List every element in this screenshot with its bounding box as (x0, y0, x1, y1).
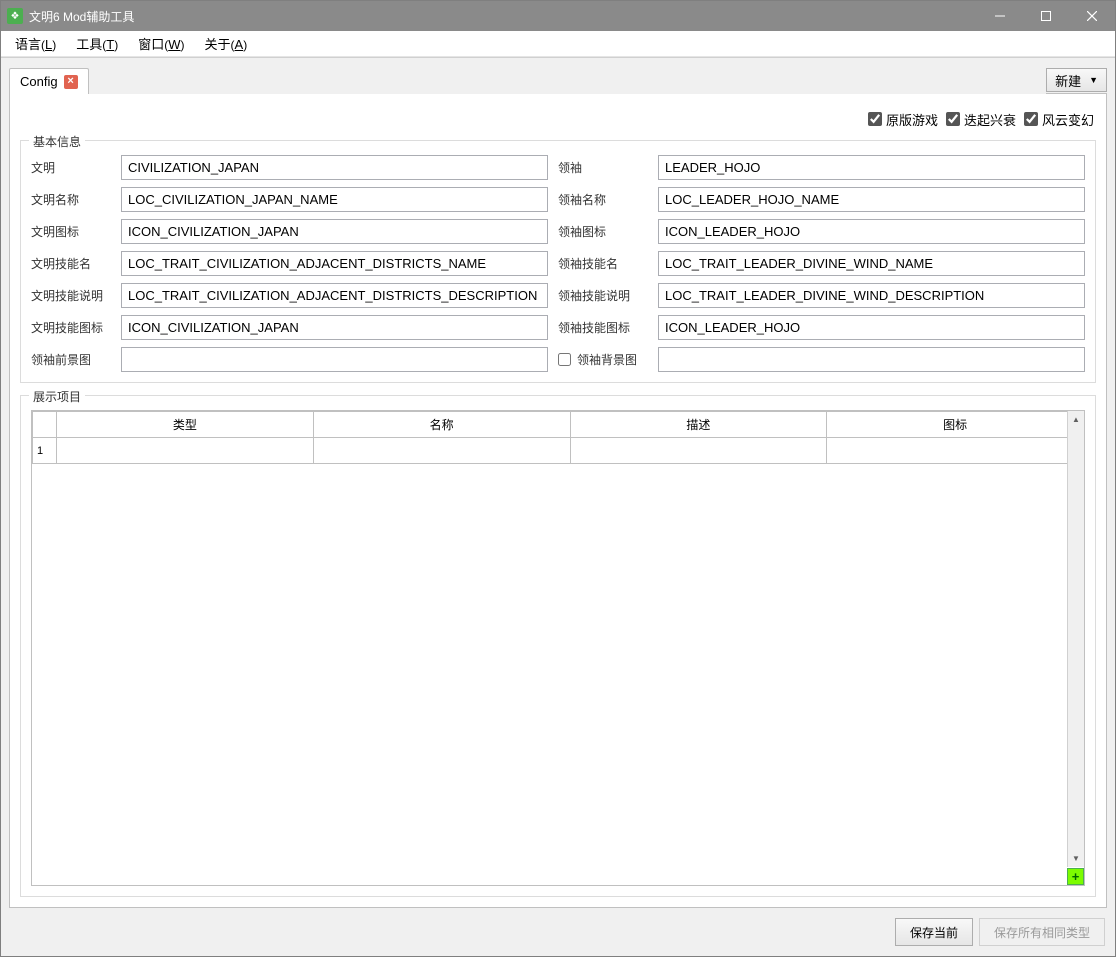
tab-config[interactable]: Config × (9, 68, 89, 94)
titlebar[interactable]: ❖ 文明6 Mod辅助工具 (1, 1, 1115, 31)
table-header-name[interactable]: 名称 (313, 412, 570, 438)
menu-window[interactable]: 窗口(W) (128, 31, 194, 56)
label-leader-trait-desc: 领袖技能说明 (558, 287, 648, 304)
input-leader-icon[interactable] (658, 219, 1085, 244)
display-items-table[interactable]: 类型 名称 描述 图标 1 (32, 411, 1084, 464)
client-area: Config × 新建 ▼ 原版游戏 迭起兴衰 风云变幻 基本信息 文明 领 (1, 57, 1115, 956)
input-leader-trait-icon[interactable] (658, 315, 1085, 340)
fieldset-basic-info-legend: 基本信息 (29, 133, 85, 150)
input-civ-name[interactable] (121, 187, 548, 212)
table-container: 类型 名称 描述 图标 1 (31, 410, 1085, 886)
input-leader-fg[interactable] (121, 347, 548, 372)
menu-tools[interactable]: 工具(T) (66, 31, 128, 56)
table-header-row: 类型 名称 描述 图标 (33, 412, 1084, 438)
save-current-button[interactable]: 保存当前 (895, 918, 973, 946)
tab-bar: Config × (9, 66, 1046, 94)
input-civ[interactable] (121, 155, 548, 180)
checkbox-rise-fall-input[interactable] (946, 112, 960, 126)
plus-icon: + (1072, 869, 1080, 884)
input-leader[interactable] (658, 155, 1085, 180)
table-cell-rownum[interactable]: 1 (33, 438, 57, 464)
label-leader-name: 领袖名称 (558, 191, 648, 208)
input-leader-trait-desc[interactable] (658, 283, 1085, 308)
table-cell-name[interactable] (313, 438, 570, 464)
input-leader-bg[interactable] (658, 347, 1085, 372)
scrollbar-up-icon[interactable]: ▲ (1068, 411, 1084, 428)
fieldset-display-items: 展示项目 类型 名称 描述 图标 (20, 395, 1096, 897)
scrollbar-track[interactable] (1068, 428, 1084, 850)
label-civ-trait-desc: 文明技能说明 (31, 287, 111, 304)
label-leader-trait-name: 领袖技能名 (558, 255, 648, 272)
cell-leader-bg-check: 领袖背景图 (558, 351, 648, 368)
fieldset-basic-info: 基本信息 文明 领袖 文明名称 领袖名称 文明图标 领袖图标 文明技能名 (20, 140, 1096, 383)
menubar: 语言(L) 工具(T) 窗口(W) 关于(A) (1, 31, 1115, 57)
checkbox-leader-bg[interactable] (558, 353, 571, 366)
table-header-desc[interactable]: 描述 (570, 412, 827, 438)
window-title: 文明6 Mod辅助工具 (29, 8, 977, 25)
checkbox-vanilla[interactable]: 原版游戏 (868, 110, 938, 129)
tab-label: Config (20, 74, 58, 89)
label-civ-trait-icon: 文明技能图标 (31, 319, 111, 336)
label-leader: 领袖 (558, 159, 648, 176)
checkbox-gathering-storm[interactable]: 风云变幻 (1024, 110, 1094, 129)
label-leader-trait-icon: 领袖技能图标 (558, 319, 648, 336)
label-leader-bg: 领袖背景图 (577, 351, 637, 368)
add-row-button[interactable]: + (1067, 868, 1084, 885)
input-leader-name[interactable] (658, 187, 1085, 212)
app-icon: ❖ (7, 8, 23, 24)
checkbox-gathering-storm-input[interactable] (1024, 112, 1038, 126)
label-civ-name: 文明名称 (31, 191, 111, 208)
table-cell-type[interactable] (57, 438, 314, 464)
input-civ-icon[interactable] (121, 219, 548, 244)
table-header-icon[interactable]: 图标 (827, 412, 1084, 438)
maximize-button[interactable] (1023, 1, 1069, 31)
menu-language[interactable]: 语言(L) (5, 31, 66, 56)
checkbox-rise-fall[interactable]: 迭起兴衰 (946, 110, 1016, 129)
table-vertical-scrollbar[interactable]: ▲ ▼ (1067, 411, 1084, 867)
label-civ: 文明 (31, 159, 111, 176)
fieldset-display-items-legend: 展示项目 (29, 388, 85, 405)
window-controls (977, 1, 1115, 31)
basic-info-grid: 文明 领袖 文明名称 领袖名称 文明图标 领袖图标 文明技能名 领袖技能名 (31, 155, 1085, 372)
expansion-checkbox-row: 原版游戏 迭起兴衰 风云变幻 (20, 106, 1096, 132)
table-cell-desc[interactable] (570, 438, 827, 464)
input-civ-trait-icon[interactable] (121, 315, 548, 340)
tab-page-config: 原版游戏 迭起兴衰 风云变幻 基本信息 文明 领袖 文明名称 领袖名称 文明图标 (9, 93, 1107, 908)
menu-about[interactable]: 关于(A) (195, 31, 258, 56)
input-leader-trait-name[interactable] (658, 251, 1085, 276)
new-button[interactable]: 新建 ▼ (1046, 68, 1107, 92)
checkbox-vanilla-input[interactable] (868, 112, 882, 126)
table-row[interactable]: 1 (33, 438, 1084, 464)
footer-button-bar: 保存当前 保存所有相同类型 (9, 908, 1107, 948)
input-civ-trait-desc[interactable] (121, 283, 548, 308)
scrollbar-down-icon[interactable]: ▼ (1068, 850, 1084, 867)
app-window: ❖ 文明6 Mod辅助工具 语言(L) 工具(T) 窗口(W) 关于(A) Co… (0, 0, 1116, 957)
label-leader-fg: 领袖前景图 (31, 351, 111, 368)
table-header-type[interactable]: 类型 (57, 412, 314, 438)
input-civ-trait-name[interactable] (121, 251, 548, 276)
label-leader-icon: 领袖图标 (558, 223, 648, 240)
label-civ-trait-name: 文明技能名 (31, 255, 111, 272)
close-button[interactable] (1069, 1, 1115, 31)
table-header-rownum[interactable] (33, 412, 57, 438)
save-all-same-type-button[interactable]: 保存所有相同类型 (979, 918, 1105, 946)
dropdown-caret-icon: ▼ (1089, 75, 1098, 85)
label-civ-icon: 文明图标 (31, 223, 111, 240)
minimize-button[interactable] (977, 1, 1023, 31)
tab-close-icon[interactable]: × (64, 75, 78, 89)
new-button-label: 新建 (1055, 71, 1081, 90)
table-cell-icon[interactable] (827, 438, 1084, 464)
